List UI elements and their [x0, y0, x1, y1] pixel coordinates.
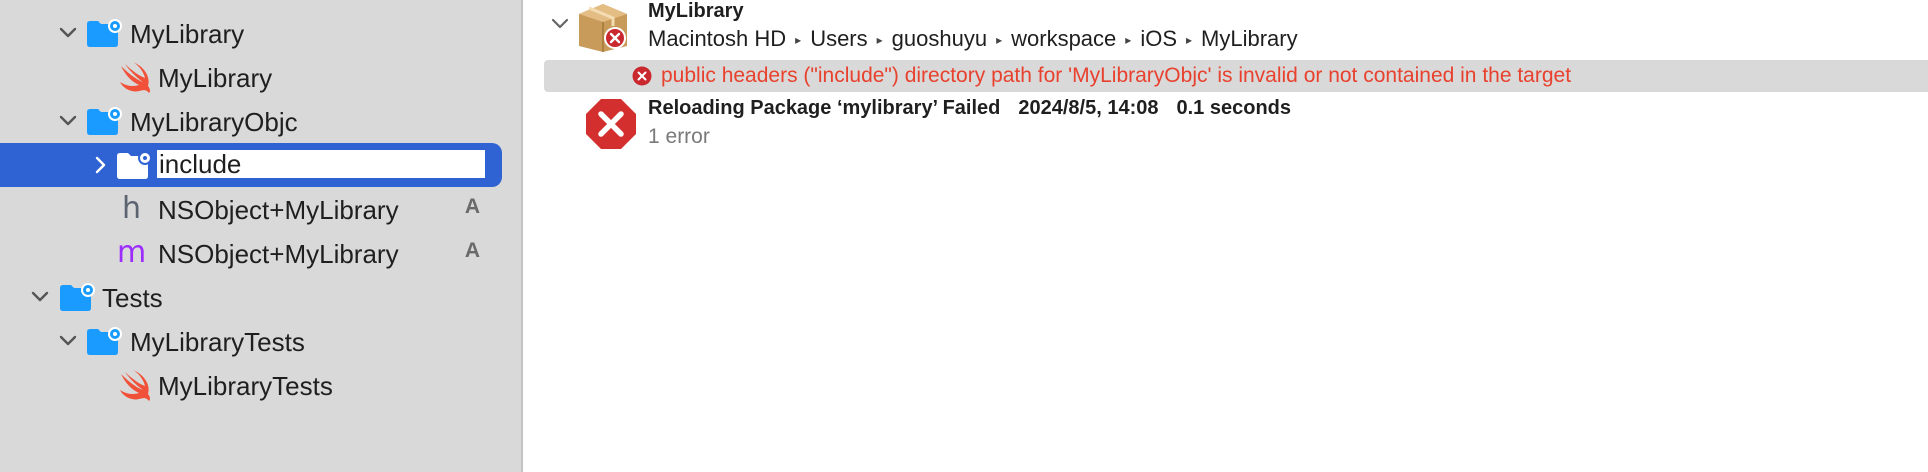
chevron-down-icon[interactable] [30, 285, 50, 309]
chevron-down-icon[interactable] [58, 21, 78, 45]
breadcrumb: Macintosh HD ▸ Users ▸ guoshuyu ▸ workspace ▸ iO… [648, 26, 1298, 52]
error-message: public headers ("include") directory pat… [661, 64, 1572, 87]
navigator-item-mylibrarytests-folder[interactable]: MyLibraryTests [0, 320, 523, 362]
package-title: MyLibrary [648, 0, 744, 22]
navigator-item-label: MyLibraryTests [130, 327, 305, 357]
swift-icon [120, 370, 150, 401]
reload-title: Reloading Package ‘mylibrary’ Failed [648, 97, 1001, 119]
package-error-icon [579, 4, 627, 52]
breadcrumb-separator-icon: ▸ [996, 33, 1003, 48]
error-icon [632, 66, 652, 86]
breadcrumb-separator-icon: ▸ [876, 33, 883, 48]
navigator-item-label: MyLibrary [130, 19, 245, 49]
h-file-icon: h [122, 191, 142, 226]
navigator-item-label: MyLibraryTests [158, 371, 333, 401]
breadcrumb-item[interactable]: iOS [1140, 26, 1177, 51]
breadcrumb-item[interactable]: Users [810, 26, 867, 51]
package-folder-icon [87, 327, 122, 355]
chevron-right-icon[interactable] [90, 153, 110, 177]
chevron-down-icon[interactable] [550, 13, 570, 35]
package-folder-icon [60, 283, 95, 311]
reload-summary: Reloading Package ‘mylibrary’ Failed 2024… [648, 97, 1309, 120]
reload-duration: 0.1 seconds [1176, 97, 1292, 119]
navigator-item-label: NSObject+MyLibrary [158, 239, 399, 269]
swift-icon [120, 62, 150, 93]
chevron-down-icon[interactable] [58, 109, 78, 133]
issue-report-panel: MyLibrary Macintosh HD ▸ Users ▸ guoshuyu ▸ wo… [525, 0, 1928, 472]
stop-error-icon [586, 99, 636, 149]
error-count: 1 error [648, 125, 710, 148]
rename-field[interactable] [154, 147, 488, 181]
breadcrumb-item[interactable]: guoshuyu [892, 26, 987, 51]
package-folder-icon [87, 19, 122, 47]
breadcrumb-item[interactable]: workspace [1011, 26, 1116, 51]
m-file-icon: m [117, 235, 147, 270]
reload-date: 2024/8/5, 14:08 [1018, 97, 1159, 119]
package-folder-icon [117, 151, 152, 179]
breadcrumb-separator-icon: ▸ [1186, 33, 1193, 48]
project-navigator: MyLibrary MyLibrary MyLibraryObjc h NSO [0, 0, 523, 472]
breadcrumb-item[interactable]: Macintosh HD [648, 26, 786, 51]
navigator-item-mylibraryobjc-folder[interactable]: MyLibraryObjc [0, 100, 523, 142]
breadcrumb-item[interactable]: MyLibrary [1201, 26, 1298, 51]
error-message-row[interactable]: public headers ("include") directory pat… [544, 60, 1928, 92]
scm-status-badge: A [464, 239, 480, 262]
breadcrumb-separator-icon: ▸ [1125, 33, 1132, 48]
navigator-item-label: MyLibraryObjc [130, 107, 298, 137]
navigator-item-tests-folder[interactable]: Tests [0, 276, 523, 318]
scm-status-badge: A [464, 195, 480, 218]
navigator-item-label: Tests [102, 283, 163, 313]
navigator-item-label: NSObject+MyLibrary [158, 195, 399, 225]
navigator-item-mylibrary-swift[interactable]: MyLibrary [0, 56, 523, 98]
navigator-item-nsobject-header[interactable]: h NSObject+MyLibrary A [0, 188, 523, 230]
breadcrumb-separator-icon: ▸ [795, 33, 802, 48]
chevron-down-icon[interactable] [58, 329, 78, 353]
navigator-item-nsobject-objc[interactable]: m NSObject+MyLibrary A [0, 232, 523, 274]
navigator-item-mylibrarytests-swift[interactable]: MyLibraryTests [0, 364, 523, 406]
package-folder-icon [87, 107, 122, 135]
navigator-item-label: MyLibrary [158, 63, 273, 93]
navigator-item-mylibrary-folder[interactable]: MyLibrary [0, 12, 523, 54]
